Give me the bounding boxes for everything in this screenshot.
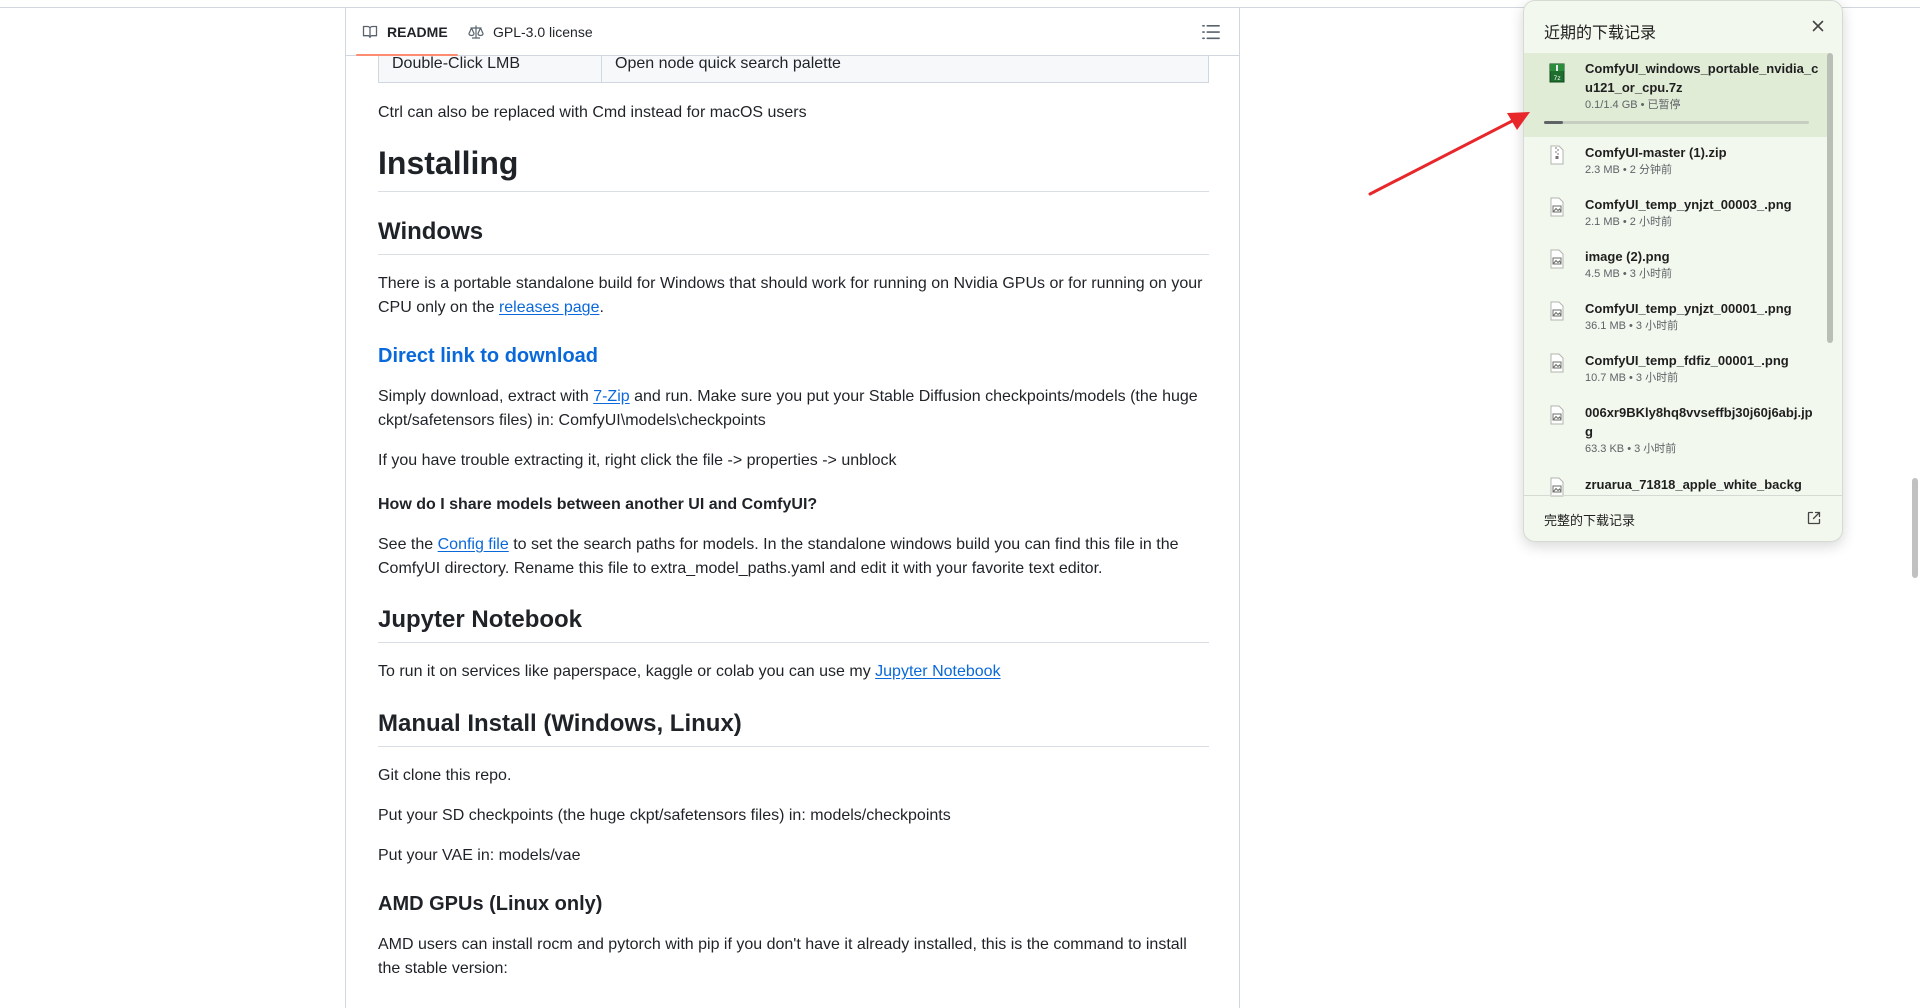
download-filename: ComfyUI_windows_portable_nvidia_cu121_or… <box>1585 61 1819 95</box>
trouble-paragraph: If you have trouble extracting it, right… <box>378 452 897 469</box>
download-filename: ComfyUI-master (1).zip <box>1585 145 1727 160</box>
download-paragraph: Simply download, extract with 7-Zip and … <box>378 385 1209 433</box>
svg-text:7z: 7z <box>1554 75 1561 82</box>
7zip-link[interactable]: 7-Zip <box>593 388 629 405</box>
download-item[interactable]: zruarua_71818_apple_white_backg <box>1524 469 1829 497</box>
downloads-list: 7z ComfyUI_windows_portable_nvidia_cu121… <box>1524 53 1829 497</box>
download-meta: 2.3 MB • 2 分钟前 <box>1585 164 1672 176</box>
jupyter-paragraph: To run it on services like paperspace, k… <box>378 660 1209 684</box>
amd-paragraph: AMD users can install rocm and pytorch w… <box>378 936 1187 977</box>
download-item[interactable]: ComfyUI_temp_ynjzt_00001_.png 36.1 MB • … <box>1524 293 1829 345</box>
zip-file-icon <box>1550 145 1564 165</box>
git-clone-paragraph: Git clone this repo. <box>378 767 512 784</box>
outline-list-icon[interactable] <box>1201 22 1221 42</box>
image-file-icon <box>1550 249 1564 269</box>
book-icon <box>362 25 378 38</box>
windows-text-end: . <box>599 299 604 316</box>
heading-windows: Windows <box>378 217 1209 255</box>
full-download-history-button[interactable]: 完整的下载记录 <box>1524 495 1842 541</box>
windows-paragraph: There is a portable standalone build for… <box>378 272 1209 320</box>
download-filename: ComfyUI_temp_ynjzt_00003_.png <box>1585 197 1792 212</box>
tab-license[interactable]: GPL-3.0 license <box>468 8 593 55</box>
download-item[interactable]: image (2).png 4.5 MB • 3 小时前 <box>1524 241 1829 293</box>
image-file-icon <box>1550 405 1564 425</box>
download-meta: 4.5 MB • 3 小时前 <box>1585 268 1672 280</box>
image-file-icon <box>1550 197 1564 217</box>
tab-readme-label: README <box>387 23 448 40</box>
close-icon[interactable] <box>1810 18 1826 34</box>
downloads-popup: 近期的下载记录 7z ComfyUI_windows_portable_nvid… <box>1523 0 1843 542</box>
page-scrollbar[interactable] <box>1912 478 1918 578</box>
config-file-link[interactable]: Config file <box>438 536 509 553</box>
download-item[interactable]: ComfyUI_temp_ynjzt_00003_.png 2.1 MB • 2… <box>1524 189 1829 241</box>
jupyter-text: To run it on services like paperspace, k… <box>378 663 876 680</box>
releases-page-link[interactable]: releases page <box>499 299 600 316</box>
download-filename: ComfyUI_temp_ynjzt_00001_.png <box>1585 301 1792 316</box>
download-meta: 2.1 MB • 2 小时前 <box>1585 216 1672 228</box>
download-item[interactable]: ComfyUI_temp_fdfiz_00001_.png 10.7 MB • … <box>1524 345 1829 397</box>
heading-manual-install: Manual Install (Windows, Linux) <box>378 709 1209 747</box>
image-file-icon <box>1550 353 1564 373</box>
readme-tab-bar: README GPL-3.0 license <box>346 8 1239 56</box>
download-meta: 63.3 KB • 3 小时前 <box>1585 443 1677 455</box>
tab-license-label: GPL-3.0 license <box>493 23 593 40</box>
tab-readme[interactable]: README <box>356 8 458 56</box>
config-text: See the <box>378 536 438 553</box>
download-item[interactable]: 7z ComfyUI_windows_portable_nvidia_cu121… <box>1524 53 1829 137</box>
download-item[interactable]: 006xr9BKly8hq8vvseffbj30j60j6abj.jpg 63.… <box>1524 397 1829 469</box>
download-filename: ComfyUI_temp_fdfiz_00001_.png <box>1585 353 1789 368</box>
download-filename: image (2).png <box>1585 249 1670 264</box>
image-file-icon <box>1550 301 1564 321</box>
download-meta: 10.7 MB • 3 小时前 <box>1585 372 1679 384</box>
heading-installing: Installing <box>378 143 1209 192</box>
heading-amd-gpus: AMD GPUs (Linux only) <box>378 893 603 915</box>
download-progress-fill <box>1544 121 1563 124</box>
heading-direct-link[interactable]: Direct link to download <box>378 344 1209 369</box>
heading-share-models: How do I share models between another UI… <box>378 496 818 513</box>
download-text: Simply download, extract with <box>378 388 594 405</box>
mac-note: Ctrl can also be replaced with Cmd inste… <box>378 104 807 121</box>
archive-7z-icon: 7z <box>1549 63 1565 83</box>
full-download-history-label: 完整的下载记录 <box>1544 513 1636 528</box>
download-filename: 006xr9BKly8hq8vvseffbj30j60j6abj.jpg <box>1585 405 1813 439</box>
law-icon <box>468 25 484 39</box>
config-paragraph: See the Config file to set the search pa… <box>378 533 1209 581</box>
download-filename: zruarua_71818_apple_white_backg <box>1585 477 1802 492</box>
readme-panel: README GPL-3.0 license Double-Click LMB … <box>345 8 1240 1008</box>
heading-jupyter: Jupyter Notebook <box>378 605 1209 643</box>
open-in-new-icon <box>1807 511 1821 525</box>
vae-paragraph: Put your VAE in: models/vae <box>378 847 581 864</box>
downloads-scrollbar[interactable] <box>1827 53 1833 343</box>
download-meta: 36.1 MB • 3 小时前 <box>1585 320 1679 332</box>
jupyter-notebook-link[interactable]: Jupyter Notebook <box>875 663 1000 680</box>
download-progress-bar <box>1544 121 1809 124</box>
download-meta: 0.1/1.4 GB • 已暂停 <box>1585 99 1681 111</box>
download-item[interactable]: ComfyUI-master (1).zip 2.3 MB • 2 分钟前 <box>1524 137 1829 189</box>
downloads-title: 近期的下载记录 <box>1544 25 1657 42</box>
image-file-icon <box>1550 477 1564 497</box>
readme-content: Double-Click LMB Open node quick search … <box>378 45 1209 981</box>
sd-checkpoints-paragraph: Put your SD checkpoints (the huge ckpt/s… <box>378 807 951 824</box>
